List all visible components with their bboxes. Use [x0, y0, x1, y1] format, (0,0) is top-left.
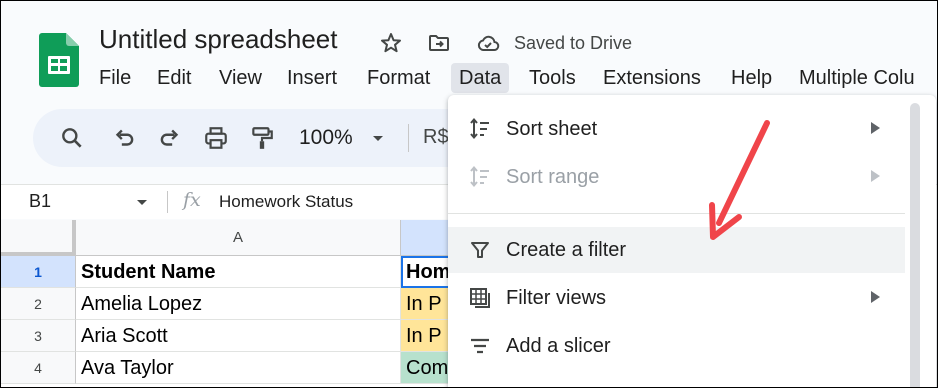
- select-all-corner[interactable]: [1, 220, 76, 256]
- paint-format-icon[interactable]: [249, 125, 275, 151]
- search-icon[interactable]: [59, 125, 85, 151]
- menu-help[interactable]: Help: [723, 63, 780, 93]
- menu-item-sort-sheet[interactable]: Sort sheet: [448, 106, 905, 152]
- filter-icon: [471, 242, 489, 258]
- menu-format[interactable]: Format: [359, 63, 438, 93]
- menu-file[interactable]: File: [91, 63, 139, 93]
- filter-views-icon: [470, 288, 490, 308]
- menu-item-sort-range[interactable]: Sort range: [448, 154, 905, 200]
- zoom-dropdown-icon[interactable]: [369, 129, 387, 147]
- sheets-logo-icon[interactable]: [39, 33, 79, 87]
- cell-a1[interactable]: Student Name: [76, 256, 401, 288]
- menu-extensions[interactable]: Extensions: [595, 63, 709, 93]
- cell-a2[interactable]: Amelia Lopez: [76, 288, 401, 320]
- cell-a3[interactable]: Aria Scott: [76, 320, 401, 352]
- star-icon[interactable]: [379, 31, 403, 55]
- menu-multiple-columns[interactable]: Multiple Colu: [791, 63, 923, 93]
- menu-view[interactable]: View: [211, 63, 270, 93]
- name-box-dropdown-icon[interactable]: [134, 195, 150, 211]
- create-filter-label: Create a filter: [506, 239, 627, 261]
- row-header-2[interactable]: 2: [1, 288, 76, 320]
- submenu-arrow-icon: [871, 291, 880, 303]
- save-status: Saved to Drive: [514, 33, 633, 53]
- submenu-arrow-icon: [871, 122, 880, 134]
- menu-item-add-slicer[interactable]: Add a slicer: [448, 323, 905, 369]
- undo-icon[interactable]: [111, 125, 137, 151]
- document-title[interactable]: Untitled spreadsheet: [99, 24, 337, 55]
- redo-icon[interactable]: [157, 125, 183, 151]
- cloud-saved-icon[interactable]: [476, 31, 500, 55]
- move-to-folder-icon[interactable]: [427, 31, 451, 55]
- formula-bar-divider: [167, 191, 168, 213]
- menu-edit[interactable]: Edit: [149, 63, 199, 93]
- data-menu-dropdown: Sort sheet Sort range Create a filter Fi…: [448, 95, 936, 387]
- sort-icon: [470, 117, 489, 140]
- menu-insert[interactable]: Insert: [279, 63, 345, 93]
- menu-divider: [448, 213, 905, 214]
- row-header-4[interactable]: 4: [1, 352, 76, 384]
- slicer-icon: [471, 338, 489, 354]
- print-icon[interactable]: [203, 125, 229, 151]
- fx-icon: fx: [183, 189, 201, 211]
- app-window: Untitled spreadsheet Saved to Drive File…: [0, 0, 938, 388]
- currency-format-button[interactable]: R$: [423, 126, 449, 149]
- column-header-a[interactable]: A: [76, 220, 401, 256]
- menu-data[interactable]: Data: [451, 63, 510, 93]
- name-box[interactable]: B1: [29, 191, 51, 212]
- menu-item-create-filter[interactable]: Create a filter: [448, 227, 905, 273]
- add-slicer-label: Add a slicer: [506, 335, 611, 357]
- sort-range-label: Sort range: [506, 166, 600, 188]
- annotation-arrow-icon: [709, 120, 770, 240]
- formula-input[interactable]: Homework Status: [219, 192, 353, 212]
- cell-a4[interactable]: Ava Taylor: [76, 352, 401, 384]
- menu-item-filter-views[interactable]: Filter views: [448, 275, 905, 321]
- menu-scrollbar[interactable]: [910, 103, 920, 387]
- menu-tools[interactable]: Tools: [521, 63, 584, 93]
- filter-views-label: Filter views: [506, 287, 607, 309]
- zoom-level[interactable]: 100%: [299, 126, 353, 150]
- toolbar-divider: [408, 124, 409, 152]
- row-header-3[interactable]: 3: [1, 320, 76, 352]
- sort-sheet-label: Sort sheet: [506, 118, 598, 140]
- row-header-1[interactable]: 1: [1, 256, 76, 288]
- sort-icon: [470, 165, 489, 188]
- submenu-arrow-icon: [871, 170, 880, 182]
